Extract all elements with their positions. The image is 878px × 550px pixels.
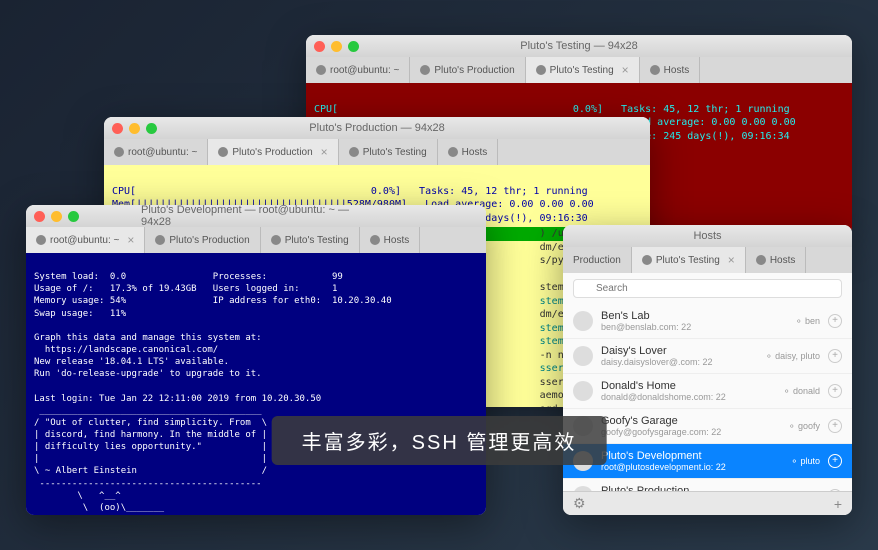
tab-hosts[interactable]: Hosts [360,227,421,253]
host-row[interactable]: Goofy's Garage goofy@goofysgarage.com: 2… [563,409,852,444]
tab-root[interactable]: root@ubuntu: ~ [306,57,410,83]
zoom-icon[interactable] [348,41,359,52]
titlebar[interactable]: Pluto's Testing — 94x28 [306,35,852,57]
close-tab-icon[interactable]: × [728,253,735,267]
host-row[interactable]: Pluto's Production root@plutosproduction… [563,479,852,491]
tabbar: root@ubuntu: ~ Pluto's Production Pluto'… [306,57,852,83]
server-icon [218,147,228,157]
window-title: Pluto's Development — root@ubuntu: ~ — 9… [141,205,371,228]
hosts-icon [448,147,458,157]
close-icon[interactable] [34,211,45,222]
window-title: Pluto's Testing — 94x28 [520,40,637,52]
hosts-icon [370,235,380,245]
host-icon [573,346,593,366]
close-tab-icon[interactable]: × [127,233,134,247]
host-icon [573,311,593,331]
server-icon [642,255,652,265]
server-icon [420,65,430,75]
tab-hosts[interactable]: Hosts [438,139,499,165]
tab-root[interactable]: root@ubuntu: ~ [104,139,208,165]
window-title: Hosts [693,230,721,242]
tab-production[interactable]: Pluto's Production× [208,139,338,165]
server-icon [271,235,281,245]
terminal-output[interactable]: System load: 0.0 Processes: 99 Usage of … [26,253,486,515]
window-title: Pluto's Production — 94x28 [309,122,444,134]
tab-root[interactable]: root@ubuntu: ~× [26,227,145,253]
minimize-icon[interactable] [129,123,140,134]
host-action-icon[interactable]: + [828,419,842,433]
host-name: Donald's Home [601,380,775,392]
close-icon[interactable] [314,41,325,52]
host-row[interactable]: Ben's Lab ben@benslab.com: 22 ⚬ ben + [563,304,852,339]
hosts-icon [650,65,660,75]
host-address: ben@benslab.com: 22 [601,322,787,332]
traffic-lights[interactable] [34,211,79,222]
host-row[interactable]: Donald's Home donald@donaldshome.com: 22… [563,374,852,409]
tab-hosts[interactable]: Hosts [746,247,807,273]
zoom-icon[interactable] [146,123,157,134]
titlebar[interactable]: Hosts [563,225,852,247]
tabbar: root@ubuntu: ~× Pluto's Production Pluto… [26,227,486,253]
host-address: goofy@goofysgarage.com: 22 [601,427,780,437]
zoom-icon[interactable] [68,211,79,222]
host-tag: ⚬ ben [795,316,820,327]
tab-testing[interactable]: Pluto's Testing× [632,247,746,273]
minimize-icon[interactable] [331,41,342,52]
window-development: Pluto's Development — root@ubuntu: ~ — 9… [26,205,486,515]
host-name: Goofy's Garage [601,415,780,427]
tab-production[interactable]: Production [563,247,632,273]
close-tab-icon[interactable]: × [622,63,629,77]
tab-testing[interactable]: Pluto's Testing [339,139,438,165]
close-tab-icon[interactable]: × [321,145,328,159]
tabbar: root@ubuntu: ~ Pluto's Production× Pluto… [104,139,650,165]
terminal-icon [316,65,326,75]
hosts-list: Ben's Lab ben@benslab.com: 22 ⚬ ben + Da… [563,273,852,491]
titlebar[interactable]: Pluto's Production — 94x28 [104,117,650,139]
host-tag: ⚬ pluto [790,456,820,467]
host-name: Daisy's Lover [601,345,757,357]
search-input[interactable] [573,279,842,298]
host-action-icon[interactable]: + [828,314,842,328]
tabbar: Production Pluto's Testing× Hosts [563,247,852,273]
host-row[interactable]: Pluto's Development root@plutosdevelopme… [563,444,852,479]
host-action-icon[interactable]: + [828,349,842,363]
add-host-button[interactable]: + [834,496,842,512]
hosts-footer: ⚙ + [563,491,852,515]
traffic-lights[interactable] [112,123,157,134]
close-icon[interactable] [112,123,123,134]
minimize-icon[interactable] [51,211,62,222]
host-tag: ⚬ goofy [788,421,820,432]
host-address: root@plutosdevelopment.io: 22 [601,462,782,472]
server-icon [155,235,165,245]
settings-icon[interactable]: ⚙ [573,495,586,512]
host-action-icon[interactable]: + [828,454,842,468]
host-tag: ⚬ daisy, pluto [765,351,820,362]
traffic-lights[interactable] [314,41,359,52]
host-name: Pluto's Development [601,450,782,462]
terminal-icon [114,147,124,157]
host-address: daisy.daisyslover@.com: 22 [601,357,757,367]
terminal-icon [36,235,46,245]
host-name: Ben's Lab [601,310,787,322]
tab-testing[interactable]: Pluto's Testing× [526,57,640,83]
caption-overlay: 丰富多彩，SSH 管理更高效 [272,416,607,465]
server-icon [349,147,359,157]
search-bar [563,273,852,304]
tab-hosts[interactable]: Hosts [640,57,701,83]
host-row[interactable]: Daisy's Lover daisy.daisyslover@.com: 22… [563,339,852,374]
host-address: donald@donaldshome.com: 22 [601,392,775,402]
host-action-icon[interactable]: + [828,384,842,398]
tab-production[interactable]: Pluto's Production [145,227,260,253]
host-tag: ⚬ donald [783,386,820,397]
window-hosts: Hosts Production Pluto's Testing× Hosts … [563,225,852,515]
tab-production[interactable]: Pluto's Production [410,57,525,83]
server-icon [536,65,546,75]
titlebar[interactable]: Pluto's Development — root@ubuntu: ~ — 9… [26,205,486,227]
tab-testing[interactable]: Pluto's Testing [261,227,360,253]
host-icon [573,381,593,401]
hosts-icon [756,255,766,265]
